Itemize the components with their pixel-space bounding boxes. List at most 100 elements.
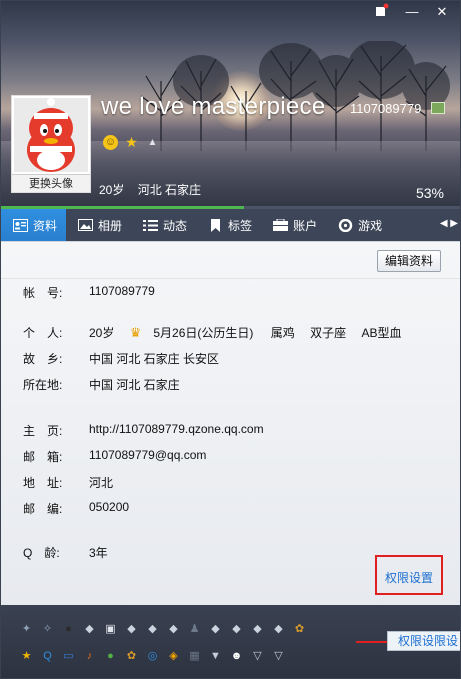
bird2-icon[interactable]: ✧ bbox=[38, 619, 57, 638]
tab-label: 相册 bbox=[98, 218, 123, 233]
tab-feed[interactable]: 动态 bbox=[131, 209, 196, 241]
row-homepage: 主 页: http://1107089779.qzone.qq.com bbox=[23, 422, 264, 439]
diamond-icon[interactable]: ◆ bbox=[164, 619, 183, 638]
tab-album[interactable]: 相册 bbox=[66, 209, 131, 241]
tab-tags[interactable]: 标签 bbox=[196, 209, 261, 241]
diamond-icon[interactable]: ◆ bbox=[248, 619, 267, 638]
profile-window: — ✕ 更换头像 we love masterpiece 1107089779 … bbox=[0, 0, 461, 679]
row-label: 故 乡: bbox=[23, 352, 63, 366]
music-icon[interactable]: ♪ bbox=[80, 646, 99, 665]
row-zipcode: 邮 编: 050200 bbox=[23, 500, 129, 517]
row-label: 个 人: bbox=[23, 326, 63, 340]
ipod-icon[interactable]: ▣ bbox=[101, 619, 120, 638]
tab-games[interactable]: 游戏 bbox=[326, 209, 391, 241]
diamond-icon[interactable]: ◆ bbox=[143, 619, 162, 638]
tab-profile[interactable]: 资料 bbox=[1, 209, 67, 241]
smile-icon[interactable]: ☺ bbox=[103, 135, 118, 150]
icon-row-2: ★ Q ▭ ♪ ● ✿ ◎ ◈ ▦ ▼ ☻ ▽ ▽ bbox=[17, 646, 288, 665]
contact-card-icon[interactable] bbox=[431, 102, 445, 114]
bookmark-icon bbox=[208, 218, 223, 232]
computer-icon[interactable]: ▭ bbox=[59, 646, 78, 665]
birthday-text: 5月26日(公历生日) bbox=[153, 326, 254, 340]
tab-label: 资料 bbox=[33, 218, 58, 233]
age-text: 20岁 bbox=[99, 183, 125, 197]
row-email: 邮 箱: 1107089779@qq.com bbox=[23, 448, 206, 465]
status-badges: ☺ ★ ▲ bbox=[103, 135, 160, 150]
person-icon[interactable]: ♟ bbox=[185, 619, 204, 638]
tab-account[interactable]: 账户 bbox=[261, 209, 326, 241]
app-icon[interactable]: ▦ bbox=[185, 646, 204, 665]
icon-row-1: ✦ ✧ ● ◆ ▣ ◆ ◆ ◆ ♟ ◆ ◆ ◆ ◆ ✿ bbox=[17, 619, 309, 638]
tab-label: 动态 bbox=[163, 218, 188, 233]
avatar-image bbox=[14, 98, 88, 172]
shield2-icon[interactable]: ▽ bbox=[248, 646, 267, 665]
gamepad-icon bbox=[338, 218, 353, 232]
pet-icon[interactable]: ✿ bbox=[122, 646, 141, 665]
row-label: 帐 号: bbox=[23, 286, 63, 300]
homepage-value[interactable]: http://1107089779.qzone.qq.com bbox=[89, 422, 264, 439]
tab-label: 游戏 bbox=[358, 218, 383, 233]
tab-label: 账户 bbox=[293, 218, 318, 233]
change-avatar-button[interactable]: 更换头像 bbox=[12, 174, 90, 192]
diamond-icon[interactable]: ◆ bbox=[269, 619, 288, 638]
shield-icon[interactable]: ◈ bbox=[164, 646, 183, 665]
address-value: 河北 bbox=[89, 476, 114, 490]
row-address: 地 址: 河北 bbox=[23, 474, 113, 491]
bird-icon[interactable]: ✦ bbox=[17, 619, 36, 638]
crown-icon: ♛ bbox=[129, 325, 142, 340]
blood-type: AB型血 bbox=[361, 326, 402, 340]
pet-icon[interactable]: ✿ bbox=[290, 619, 309, 638]
nickname: we love masterpiece bbox=[101, 93, 326, 120]
row-label: Q 龄: bbox=[23, 546, 60, 560]
game-icon[interactable]: ▼ bbox=[206, 646, 225, 665]
permission-settings-link[interactable]: 权限设置 bbox=[385, 569, 433, 586]
wallet-icon bbox=[273, 218, 289, 232]
close-icon[interactable]: ✕ bbox=[428, 3, 456, 21]
edit-profile-button[interactable]: 编辑资料 bbox=[377, 250, 441, 272]
zipcode-value: 050200 bbox=[89, 500, 130, 514]
row-label: 地 址: bbox=[23, 476, 63, 490]
row-label: 邮 编: bbox=[23, 502, 63, 516]
feed-list-icon bbox=[143, 219, 159, 232]
row-label: 主 页: bbox=[23, 424, 63, 438]
globe-icon[interactable]: ◎ bbox=[143, 646, 162, 665]
skin-icon[interactable] bbox=[368, 3, 396, 21]
row-account: 帐 号: 1107089779 bbox=[23, 284, 155, 301]
divider bbox=[1, 278, 460, 279]
tab-scroll-arrows[interactable]: ◀ ▶ bbox=[440, 218, 458, 229]
location-text: 河北 石家庄 bbox=[137, 183, 202, 197]
permission-tooltip[interactable]: 权限设限设 bbox=[387, 631, 460, 651]
row-residence: 所在地: 中国 河北 石家庄 bbox=[23, 376, 180, 393]
chat-icon[interactable]: ● bbox=[101, 646, 120, 665]
skull-icon[interactable]: ☻ bbox=[227, 646, 246, 665]
residence-value: 中国 河北 石家庄 bbox=[89, 378, 180, 392]
star-icon[interactable]: ★ bbox=[17, 646, 36, 665]
diamond-icon[interactable]: ◆ bbox=[80, 619, 99, 638]
qq-icon[interactable]: Q bbox=[38, 646, 57, 665]
constellation: 双子座 bbox=[310, 326, 347, 340]
profile-card-icon bbox=[13, 218, 28, 232]
row-qage: Q 龄: 3年 bbox=[23, 544, 108, 561]
row-label: 邮 箱: bbox=[23, 450, 63, 464]
profile-header: — ✕ 更换头像 we love masterpiece 1107089779 … bbox=[1, 1, 460, 209]
star-icon[interactable]: ★ bbox=[124, 135, 139, 150]
avatar[interactable]: 更换头像 bbox=[11, 95, 91, 193]
email-value: 1107089779@qq.com bbox=[89, 448, 207, 462]
phone-icon[interactable]: ▲ bbox=[145, 135, 160, 150]
row-hometown: 故 乡: 中国 河北 石家庄 长安区 bbox=[23, 350, 219, 367]
basic-info-line: 20岁 河北 石家庄 bbox=[99, 181, 211, 198]
qq-number: 1107089779 bbox=[350, 101, 422, 116]
birthday: ♛ 5月26日(公历生日) bbox=[129, 325, 254, 340]
penguin-icon[interactable]: ● bbox=[59, 619, 78, 638]
minimize-icon[interactable]: — bbox=[398, 3, 426, 21]
row-personal: 个 人: 20岁 ♛ 5月26日(公历生日) 属鸡 双子座 AB型血 bbox=[23, 324, 413, 341]
tooltip-pointer-line bbox=[356, 641, 388, 643]
tab-bar: 资料 相册 动态 标签 账户 游戏 ◀ ▶ bbox=[1, 209, 460, 241]
diamond-icon[interactable]: ◆ bbox=[206, 619, 225, 638]
row-label: 所在地: bbox=[23, 378, 63, 392]
personal-values: 20岁 ♛ 5月26日(公历生日) 属鸡 双子座 AB型血 bbox=[89, 324, 413, 341]
diamond-icon[interactable]: ◆ bbox=[122, 619, 141, 638]
shield3-icon[interactable]: ▽ bbox=[269, 646, 288, 665]
window-controls: — ✕ bbox=[368, 3, 456, 21]
diamond-icon[interactable]: ◆ bbox=[227, 619, 246, 638]
